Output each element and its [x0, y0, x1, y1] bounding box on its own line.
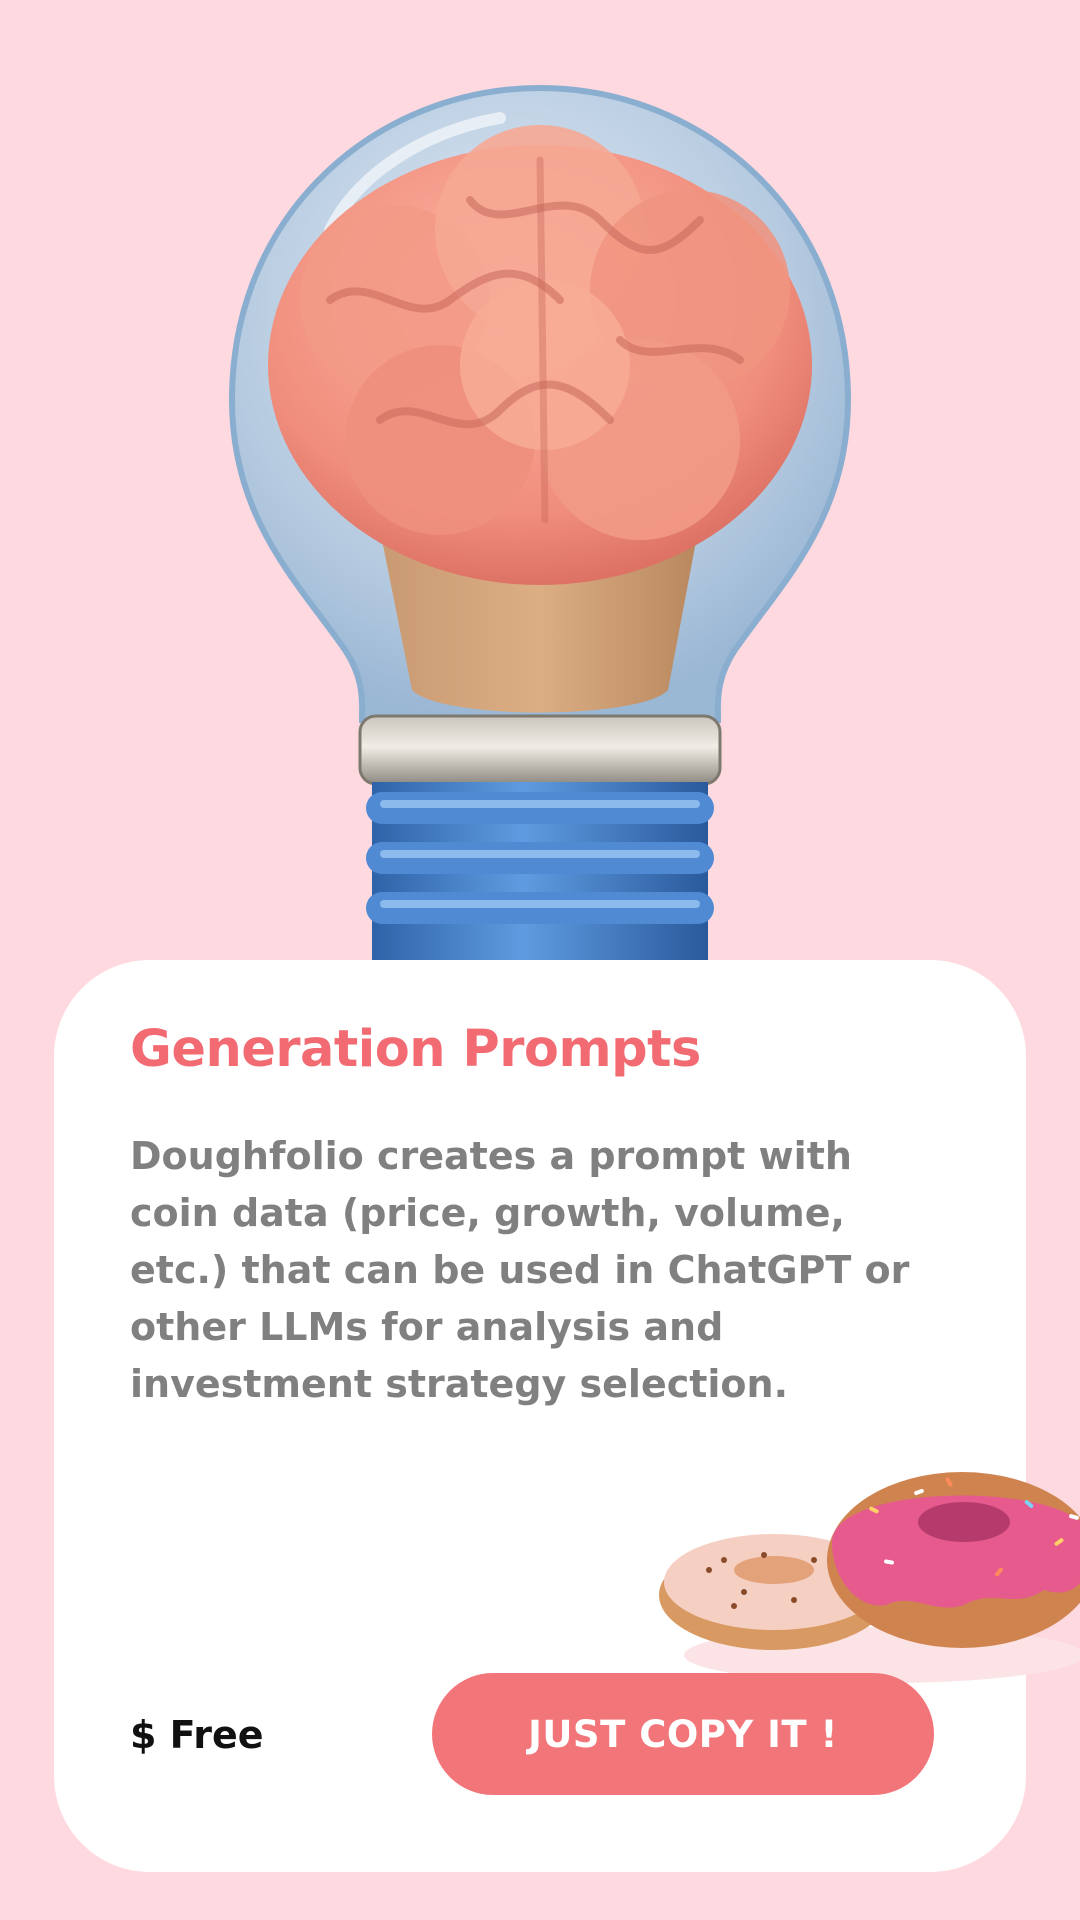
card-title: Generation Prompts: [130, 1020, 701, 1079]
price-label: $ Free: [130, 1713, 264, 1757]
lightbulb-brain-icon: [228, 84, 852, 960]
donuts-illustration: [614, 1410, 1080, 1690]
donut-icon: [659, 1472, 1080, 1683]
feature-card: Generation Prompts Doughfolio creates a …: [54, 960, 1080, 1872]
copy-prompt-button[interactable]: JUST COPY IT !: [432, 1673, 934, 1795]
card-description: Doughfolio creates a prompt with coin da…: [130, 1134, 910, 1406]
hero-illustration: [0, 0, 1080, 960]
